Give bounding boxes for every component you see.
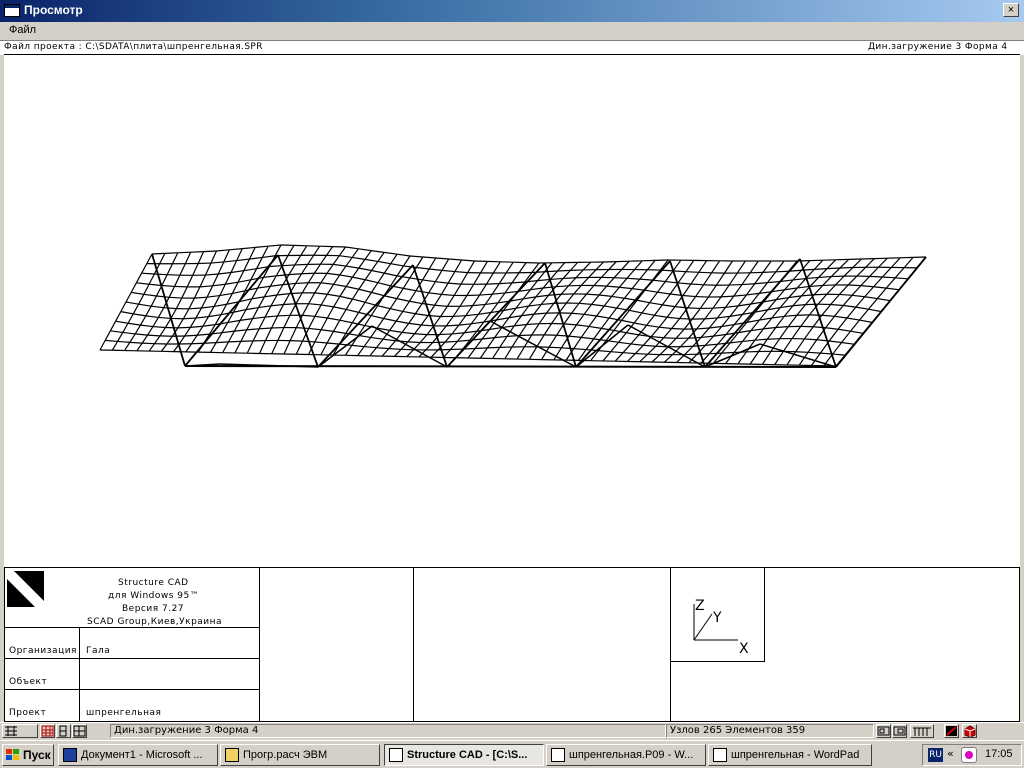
close-button[interactable]: × (1003, 3, 1019, 17)
taskbar: Пуск Документ1 - Microsoft ... Прогр.рас… (0, 740, 1024, 768)
view-mode-icon[interactable] (2, 724, 38, 738)
project-value: шпренгельная (86, 708, 162, 718)
status-bar: Дин.загружение 3 Форма 4 Узлов 265 Элеме… (0, 722, 1024, 740)
menu-file[interactable]: Файл (9, 24, 36, 36)
start-button[interactable]: Пуск (2, 744, 54, 766)
window-view-icon[interactable] (876, 724, 891, 738)
task-structure-cad[interactable]: Structure CAD - [C:\S... (384, 744, 544, 766)
clock: 17:05 (985, 748, 1013, 760)
supports-icon[interactable] (910, 724, 934, 738)
axis-x-label: X (739, 641, 750, 657)
word-icon (63, 748, 77, 762)
window-titlebar[interactable]: Просмотр × (0, 0, 1024, 22)
cross-grid-icon[interactable] (72, 724, 87, 738)
task-folder[interactable]: Прогр.расч ЭВМ (220, 744, 380, 766)
windows-logo-icon (6, 749, 19, 760)
task-wordpad[interactable]: шпренгельная - WordPad (708, 744, 872, 766)
scad-icon (389, 748, 403, 762)
task-label: Structure CAD - [C:\S... (407, 749, 528, 761)
wordpad-icon (713, 748, 727, 762)
stamp-version: Версия 7.27 (122, 604, 185, 614)
status-load-case: Дин.загружение 3 Форма 4 (110, 724, 666, 738)
task-label: шпренгельная - WordPad (731, 749, 860, 761)
org-label: Организация (9, 646, 77, 656)
axis-y-label: Y (713, 610, 723, 626)
tray-app-icon[interactable] (961, 747, 977, 763)
language-indicator[interactable]: RU (928, 748, 943, 762)
deformed-shape-drawing (99, 244, 927, 368)
window-icon (4, 4, 20, 17)
menu-bar: Файл (0, 22, 1024, 40)
load-arrow-icon[interactable] (944, 724, 959, 738)
load-case-label: Дин.загружение 3 Форма 4 (868, 42, 1008, 52)
system-tray: RU « 17:05 (922, 744, 1022, 766)
task-label: Документ1 - Microsoft ... (81, 749, 203, 761)
object-label: Объект (9, 677, 48, 687)
info-bar: Файл проекта : C:\SDATA\плита\шпренгельн… (0, 40, 1024, 55)
cube-icon[interactable] (962, 724, 977, 738)
axis-z-label: Z (695, 598, 706, 614)
org-value: Гала (86, 646, 111, 656)
folder-icon (225, 748, 239, 762)
start-label: Пуск (23, 748, 51, 762)
scale-icon[interactable] (892, 724, 907, 738)
column-icon[interactable] (56, 724, 71, 738)
task-notepad[interactable]: шпренгельная.P09 - W... (546, 744, 706, 766)
project-path: Файл проекта : C:\SDATA\плита\шпренгельн… (4, 42, 263, 52)
status-counts: Узлов 265 Элементов 359 (666, 724, 874, 738)
tray-expand-icon[interactable]: « (947, 747, 954, 760)
stamp-company: SCAD Group,Киев,Украина (87, 617, 223, 627)
task-word[interactable]: Документ1 - Microsoft ... (58, 744, 218, 766)
stamp-platform: для Windows 95™ (108, 591, 200, 601)
notepad-icon (551, 748, 565, 762)
task-label: шпренгельная.P09 - W... (569, 749, 694, 761)
grid-red-icon[interactable] (40, 724, 55, 738)
stamp-product: Structure CAD (118, 578, 189, 588)
stamp-text: Structure CAD для Windows 95™ Версия 7.2… (4, 567, 1020, 722)
task-label: Прогр.расч ЭВМ (243, 749, 328, 761)
project-label: Проект (9, 708, 47, 718)
window-title: Просмотр (24, 3, 83, 17)
